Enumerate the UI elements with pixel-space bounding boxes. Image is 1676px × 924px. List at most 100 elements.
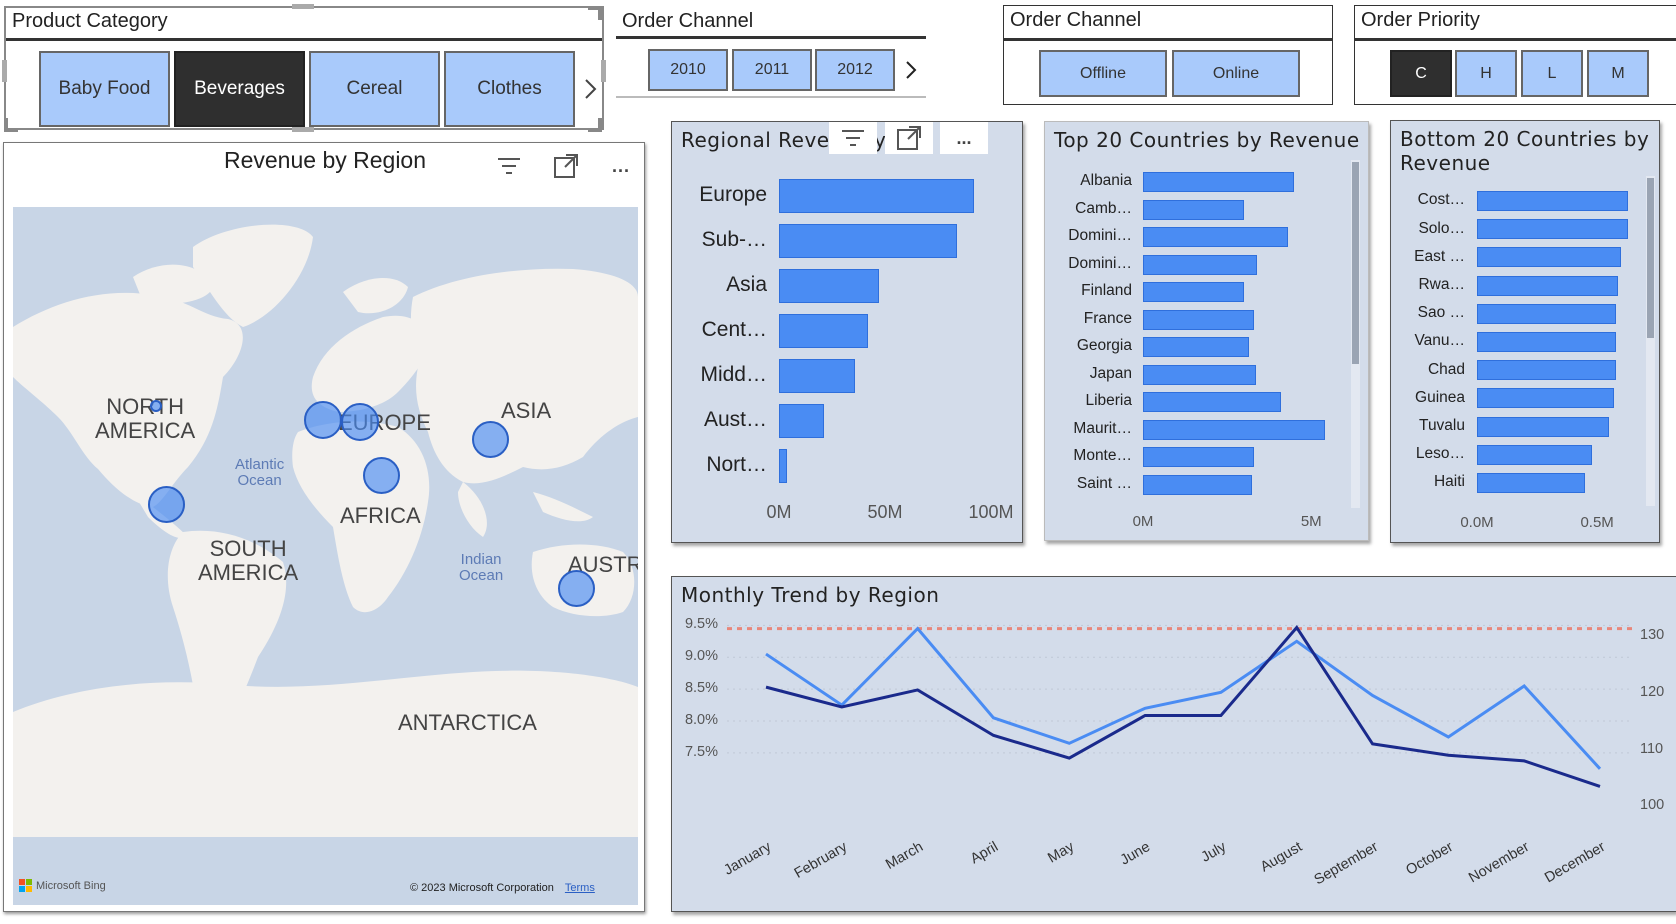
- y-left-tick-label: 9.5%: [684, 616, 718, 633]
- bar[interactable]: [1143, 199, 1244, 220]
- bar[interactable]: [1143, 419, 1325, 440]
- resize-handle[interactable]: [588, 6, 602, 20]
- bar[interactable]: [1143, 309, 1255, 330]
- bar[interactable]: [1143, 364, 1256, 385]
- bar[interactable]: [779, 179, 975, 213]
- bar[interactable]: [779, 449, 788, 483]
- category-label: Domini…: [1068, 254, 1132, 272]
- scrollbar-track[interactable]: [1646, 176, 1655, 506]
- bar[interactable]: [1477, 360, 1617, 381]
- chip-baby-food[interactable]: Baby Food: [39, 51, 170, 127]
- bar[interactable]: [1477, 191, 1629, 211]
- resize-handle[interactable]: [601, 60, 606, 82]
- bar[interactable]: [1143, 447, 1255, 467]
- bubble-europe-west[interactable]: [304, 401, 342, 439]
- bubble-middle-east-africa[interactable]: [363, 457, 400, 494]
- order-channel-title: Order Channel: [1010, 9, 1142, 31]
- bar[interactable]: [1143, 392, 1281, 412]
- y-right-tick-label: 120: [1640, 683, 1665, 700]
- chip-label: C: [1415, 64, 1427, 82]
- resize-handle[interactable]: [292, 127, 314, 132]
- series-line-dark[interactable]: [765, 625, 1601, 788]
- y-left-tick-label: 8.0%: [684, 712, 718, 728]
- category-label: Camb…: [1075, 199, 1132, 217]
- bing-logo: Microsoft Bing: [19, 879, 106, 892]
- resize-handle[interactable]: [588, 118, 602, 132]
- category-label: Sub-…: [701, 227, 767, 251]
- series-line-light[interactable]: [765, 626, 1602, 770]
- map-canvas[interactable]: NORTH AMERICA EUROPE ASIA AFRICA SOUTH A…: [13, 207, 638, 905]
- bar[interactable]: [779, 269, 879, 303]
- bar[interactable]: [1477, 275, 1618, 296]
- chip-online[interactable]: Online: [1172, 50, 1300, 97]
- chip-clothes[interactable]: Clothes: [444, 51, 575, 127]
- order-priority-slicer: Order Priority C H L M: [1354, 5, 1676, 105]
- resize-handle[interactable]: [292, 4, 314, 9]
- bar[interactable]: [1477, 416, 1610, 437]
- bubble-asia[interactable]: [472, 421, 509, 458]
- category-label: Cost…: [1417, 191, 1465, 209]
- bubble-australia[interactable]: [558, 570, 595, 607]
- bar[interactable]: [1143, 172, 1295, 192]
- filter-icon[interactable]: [486, 148, 532, 184]
- resize-handle[interactable]: [2, 60, 7, 82]
- resize-handle[interactable]: [4, 118, 18, 132]
- bar[interactable]: [1143, 282, 1244, 302]
- monthly-trend-chart: 7.5% 8.0% 8.5% 9.0% 9.5% 100 110 120 130 January F…: [672, 577, 1676, 911]
- chip-beverages[interactable]: Beverages: [174, 51, 305, 127]
- focus-mode-icon[interactable]: [542, 148, 590, 184]
- x-tick-label: 5M: [1300, 513, 1322, 530]
- bubble-north-america[interactable]: [150, 400, 162, 412]
- label-north-america: NORTH AMERICA: [95, 395, 195, 443]
- bar[interactable]: [1143, 227, 1288, 247]
- chip-cereal[interactable]: Cereal: [309, 51, 440, 127]
- terms-link[interactable]: Terms: [565, 882, 595, 894]
- bar[interactable]: [1477, 332, 1617, 352]
- bar[interactable]: [779, 404, 824, 438]
- more-options-icon[interactable]: ...: [599, 148, 643, 184]
- category-label: Haiti: [1433, 473, 1465, 491]
- chip-priority-c[interactable]: C: [1390, 50, 1452, 97]
- scrollbar-track[interactable]: [1351, 160, 1360, 508]
- scrollbar-thumb[interactable]: [1647, 178, 1654, 338]
- bar[interactable]: [1477, 444, 1593, 465]
- bar[interactable]: [1477, 473, 1586, 493]
- label-asia: ASIA: [501, 399, 551, 423]
- top20-chart: Albania Camb… Domini… Domini… Finland France G…: [1045, 122, 1368, 540]
- x-tick-label: 50M: [867, 502, 903, 522]
- slicer-divider: [1004, 38, 1332, 41]
- chip-label: 2010: [670, 61, 706, 78]
- x-tick-label: 100M: [968, 502, 1014, 522]
- category-label: Aust…: [703, 407, 767, 431]
- bar[interactable]: [1477, 219, 1629, 240]
- bar[interactable]: [779, 359, 856, 393]
- bubble-europe[interactable]: [341, 403, 379, 441]
- chip-2012[interactable]: 2012: [815, 49, 895, 91]
- category-label: Saint …: [1076, 474, 1132, 492]
- chip-priority-m[interactable]: M: [1587, 50, 1649, 97]
- chip-label: 2012: [837, 61, 873, 78]
- scrollbar-thumb[interactable]: [1352, 162, 1359, 364]
- bar[interactable]: [1477, 247, 1622, 268]
- copyright-text: © 2023 Microsoft Corporation: [410, 882, 554, 894]
- bar[interactable]: [1143, 254, 1258, 275]
- chip-2011[interactable]: 2011: [732, 49, 812, 91]
- chip-offline[interactable]: Offline: [1039, 50, 1167, 97]
- x-tick-label: 0M: [1132, 513, 1154, 530]
- bar[interactable]: [779, 314, 869, 348]
- ocean-label: Atlantic Ocean: [235, 456, 285, 489]
- chip-2010[interactable]: 2010: [648, 49, 728, 91]
- bar[interactable]: [1143, 474, 1253, 495]
- bar[interactable]: [1143, 337, 1249, 357]
- bar[interactable]: [779, 224, 958, 258]
- chevron-right-icon[interactable]: [580, 74, 600, 104]
- chip-label: Beverages: [194, 78, 285, 99]
- bubble-central-america[interactable]: [148, 486, 185, 523]
- chip-priority-h[interactable]: H: [1455, 50, 1517, 97]
- slicer-divider: [616, 36, 926, 39]
- chip-priority-l[interactable]: L: [1521, 50, 1583, 97]
- chevron-right-icon[interactable]: [902, 56, 920, 84]
- bar[interactable]: [1477, 303, 1617, 324]
- order-channel-slicer: Order Channel Offline Online: [1003, 5, 1333, 105]
- bar[interactable]: [1477, 388, 1614, 409]
